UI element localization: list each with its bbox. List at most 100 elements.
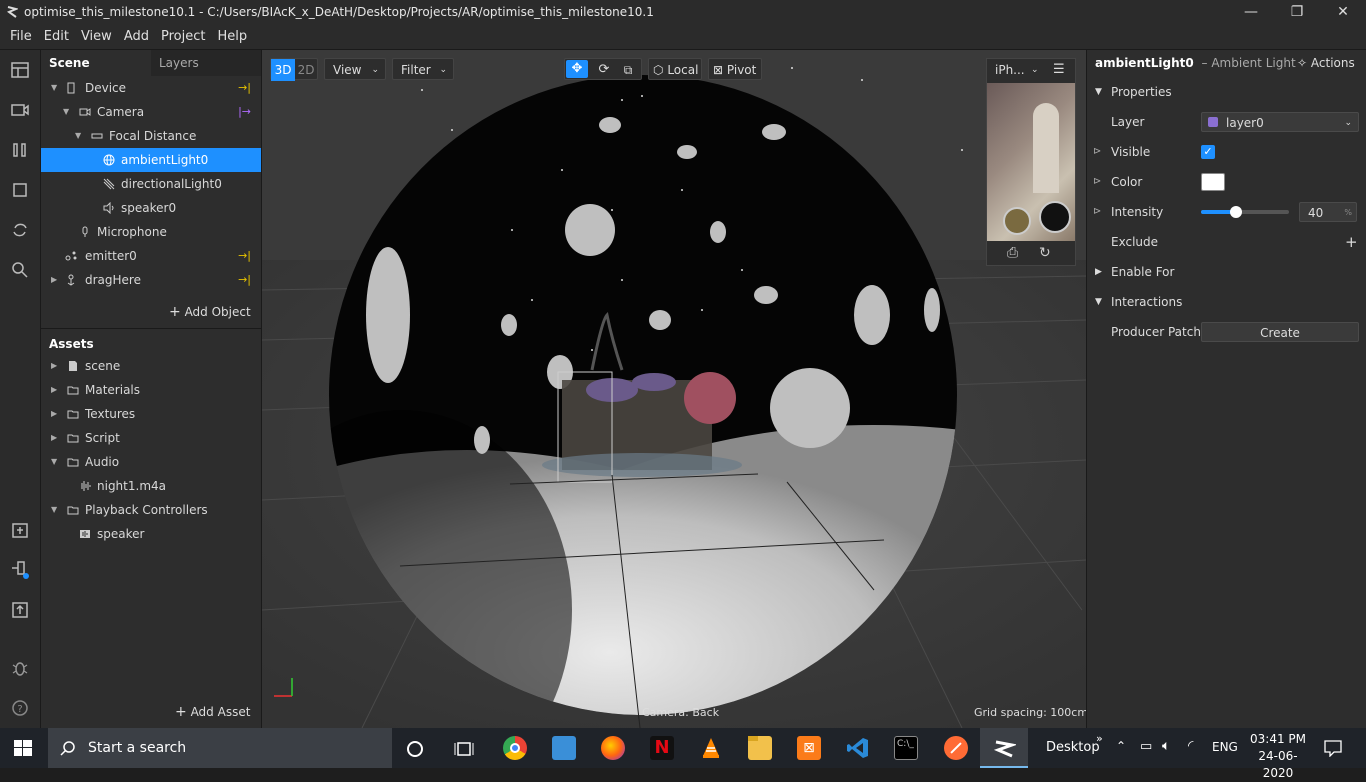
video-icon[interactable]	[10, 100, 30, 120]
asset-item-playback-controllers[interactable]: ▼ Playback Controllers	[41, 498, 261, 522]
link-arrow-icon[interactable]: →|	[238, 76, 251, 100]
vscode-icon[interactable]	[846, 736, 870, 760]
properties-section-header[interactable]: ▼ Properties	[1087, 77, 1366, 107]
upload-icon[interactable]	[10, 600, 30, 620]
task-view-icon[interactable]	[454, 740, 474, 758]
netflix-icon[interactable]: N	[650, 736, 674, 760]
add-exclude-icon[interactable]: +	[1345, 227, 1358, 257]
viewport[interactable]: 3D 2D View ⌄ Filter ⌄ ✥ ⟳ ⧉ ⬡ Local ⊠ Piv…	[262, 50, 1086, 728]
mode-2d-button[interactable]: 2D	[295, 59, 317, 81]
link-arrow-icon[interactable]: →|	[238, 244, 251, 268]
asset-item-audio[interactable]: ▼ Audio	[41, 450, 261, 474]
asset-item-speaker[interactable]: speaker	[41, 522, 261, 546]
close-button[interactable]: ✕	[1320, 0, 1366, 24]
keyframe-arrow-icon[interactable]: ⊳	[1093, 137, 1101, 167]
rotate-device-icon[interactable]: ↻	[1039, 245, 1051, 261]
effect-thumbnail[interactable]	[1039, 201, 1071, 233]
asset-item-script[interactable]: ▶ Script	[41, 426, 261, 450]
menu-icon[interactable]: ☰	[1053, 59, 1065, 81]
firefox-icon[interactable]	[601, 736, 625, 760]
tab-layers[interactable]: Layers	[151, 50, 261, 76]
visible-checkbox[interactable]: ✓	[1201, 145, 1215, 159]
filter-dropdown[interactable]: Filter ⌄	[392, 58, 454, 80]
scale-tool-icon[interactable]: ⧉	[617, 59, 639, 81]
asset-item-materials[interactable]: ▶ Materials	[41, 378, 261, 402]
tree-item-directional-light[interactable]: directionalLight0	[41, 172, 261, 196]
expand-arrow-icon[interactable]: ▼	[63, 100, 69, 124]
pivot-toggle[interactable]: ⊠ Pivot	[708, 58, 762, 80]
asset-item-textures[interactable]: ▶ Textures	[41, 402, 261, 426]
keyframe-arrow-icon[interactable]: ⊳	[1093, 197, 1101, 227]
tree-item-focal-distance[interactable]: ▼ Focal Distance	[41, 124, 261, 148]
enable-for-section-header[interactable]: ▶ Enable For	[1087, 257, 1366, 287]
local-toggle[interactable]: ⬡ Local	[648, 58, 702, 80]
asset-item-scene[interactable]: ▶ scene	[41, 354, 261, 378]
folder-icon[interactable]	[748, 736, 772, 760]
pause-icon[interactable]	[10, 140, 30, 160]
spark-ar-taskbar-item[interactable]	[980, 728, 1028, 768]
asset-item-night1[interactable]: night1.m4a	[41, 474, 261, 498]
capture-icon[interactable]: ⎙	[1007, 245, 1018, 261]
move-tool-icon[interactable]: ✥	[566, 60, 588, 78]
slider-thumb[interactable]	[1230, 206, 1243, 218]
interactions-section-header[interactable]: ▼ Interactions	[1087, 287, 1366, 317]
wifi-icon[interactable]: ◜	[1188, 738, 1193, 754]
tree-item-drag-here[interactable]: ▶ dragHere →|	[41, 268, 261, 292]
menu-add[interactable]: Add	[118, 24, 155, 50]
expand-arrow-icon[interactable]: ▶	[51, 268, 57, 292]
tree-item-camera[interactable]: ▼ Camera |→	[41, 100, 261, 124]
create-button[interactable]: Create	[1201, 322, 1359, 342]
layer-dropdown[interactable]: layer0 ⌄	[1201, 112, 1359, 132]
intensity-input[interactable]: 40 %	[1299, 202, 1357, 222]
tree-item-microphone[interactable]: Microphone	[41, 220, 261, 244]
mode-3d-button[interactable]: 3D	[271, 59, 295, 81]
add-object-button[interactable]: + Add Object	[169, 302, 251, 322]
search-icon[interactable]	[10, 260, 30, 280]
expand-arrow-icon[interactable]: ▼	[51, 76, 57, 100]
color-swatch[interactable]	[1201, 173, 1225, 191]
windows-start-icon[interactable]	[14, 740, 32, 756]
postman-icon[interactable]	[944, 736, 968, 760]
menu-view[interactable]: View	[75, 24, 118, 50]
tree-item-emitter[interactable]: emitter0 →|	[41, 244, 261, 268]
expand-arrow-icon[interactable]: ▼	[51, 498, 57, 522]
expand-arrow-icon[interactable]: ▶	[51, 354, 57, 378]
help-icon[interactable]: ?	[10, 698, 30, 718]
vlc-icon[interactable]	[699, 736, 723, 760]
bug-icon[interactable]	[10, 658, 30, 678]
tree-item-device[interactable]: ▼ Device →|	[41, 76, 261, 100]
language-indicator[interactable]: ENG	[1212, 740, 1238, 754]
tree-item-speaker[interactable]: speaker0	[41, 196, 261, 220]
expand-arrow-icon[interactable]: ▶	[51, 378, 57, 402]
desktop-toolbar-label[interactable]: Desktop	[1046, 740, 1100, 755]
refresh-icon[interactable]	[10, 220, 30, 240]
menu-help[interactable]: Help	[211, 24, 253, 50]
tree-item-ambient-light[interactable]: ambientLight0	[41, 148, 261, 172]
layout-icon[interactable]	[10, 60, 30, 80]
toolbar-expand-icon[interactable]: »	[1096, 732, 1103, 745]
battery-icon[interactable]: ▭	[1140, 739, 1152, 754]
terminal-icon[interactable]: C:\_	[894, 736, 918, 760]
stop-icon[interactable]	[10, 180, 30, 200]
effect-thumbnail[interactable]	[1003, 207, 1031, 235]
menu-project[interactable]: Project	[155, 24, 211, 50]
menu-file[interactable]: File	[0, 24, 38, 50]
menu-edit[interactable]: Edit	[38, 24, 75, 50]
device-selector[interactable]: iPh... ⌄ ☰	[987, 59, 1075, 81]
tray-chevron-up-icon[interactable]: ⌃	[1116, 739, 1126, 753]
device-preview-icon[interactable]	[10, 560, 30, 580]
actions-button[interactable]: ✧ Actions	[1297, 56, 1355, 70]
link-arrow-icon[interactable]: |→	[238, 100, 251, 124]
volume-icon[interactable]: 🔈︎	[1162, 738, 1170, 754]
maximize-button[interactable]: ❐	[1274, 0, 1320, 24]
taskbar-search-box[interactable]: Start a search	[48, 728, 392, 768]
chrome-icon[interactable]	[503, 736, 527, 760]
expand-arrow-icon[interactable]: ▼	[75, 124, 81, 148]
xampp-icon[interactable]: ⊠	[797, 736, 821, 760]
add-asset-button[interactable]: + Add Asset	[175, 702, 250, 722]
cortana-icon[interactable]	[406, 740, 424, 758]
expand-arrow-icon[interactable]: ▼	[51, 450, 57, 474]
clock[interactable]: 03:41 PM 24-06-2020	[1248, 731, 1308, 782]
view-dropdown[interactable]: View ⌄	[324, 58, 386, 80]
expand-arrow-icon[interactable]: ▶	[51, 402, 57, 426]
